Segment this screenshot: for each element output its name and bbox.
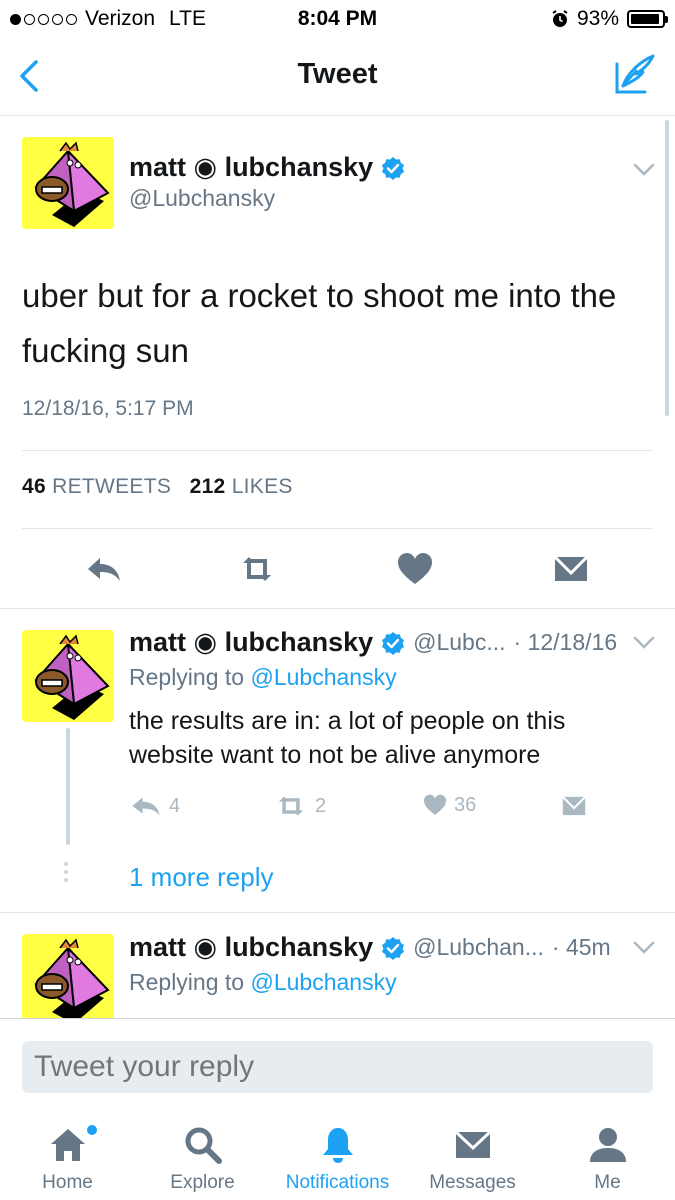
- reply-composer: [0, 1018, 675, 1108]
- replying-to-handle[interactable]: @Lubchansky: [250, 969, 396, 995]
- tab-explore[interactable]: Explore: [135, 1108, 270, 1200]
- alarm-icon: [552, 10, 568, 27]
- tab-me[interactable]: Me: [540, 1108, 675, 1200]
- author-handle[interactable]: @Lubchansky: [129, 185, 275, 212]
- tweet-reply-input[interactable]: [22, 1041, 653, 1093]
- verified-badge-icon: [382, 936, 405, 960]
- avatar[interactable]: [22, 137, 114, 229]
- reply-author-handle[interactable]: @Lubc...: [413, 629, 505, 656]
- tweet-text: uber but for a rocket to shoot me into t…: [22, 277, 617, 369]
- chevron-down-icon[interactable]: [633, 163, 655, 177]
- retweet-icon: [278, 796, 304, 816]
- reply-like-button[interactable]: 36: [422, 793, 476, 817]
- reply-time: · 45m: [551, 934, 611, 960]
- divider: [22, 450, 653, 451]
- tab-label: Explore: [170, 1172, 235, 1193]
- tweet-stats: 46 RETWEETS 212 LIKES: [22, 475, 293, 499]
- reply-count: 4: [169, 794, 181, 817]
- status-bar: Verizon LTE 8:04 PM 93%: [0, 0, 675, 38]
- battery-icon: [627, 10, 668, 28]
- reply-icon: [132, 797, 160, 816]
- tab-messages[interactable]: Messages: [405, 1108, 540, 1200]
- tab-home[interactable]: Home: [0, 1108, 135, 1200]
- replying-to-prefix: Replying to: [129, 969, 245, 995]
- divider: [22, 528, 653, 529]
- tab-bar: Home Explore Notifications Messages Me: [0, 1108, 675, 1200]
- likes-label[interactable]: LIKES: [232, 475, 293, 498]
- chevron-down-icon[interactable]: [633, 636, 655, 650]
- tab-label: Home: [42, 1172, 93, 1193]
- like-count: 36: [454, 793, 477, 816]
- more-replies-link[interactable]: 1 more reply: [129, 862, 274, 893]
- reply-retweet-button[interactable]: 2: [273, 793, 326, 819]
- retweets-label[interactable]: RETWEETS: [52, 475, 171, 498]
- nav-title: Tweet: [297, 58, 378, 90]
- compose-icon[interactable]: [613, 52, 657, 96]
- avatar-illustration: [22, 137, 114, 229]
- replying-to-handle[interactable]: @Lubchansky: [250, 664, 396, 690]
- status-right: 93%: [551, 7, 668, 31]
- reply-author-name[interactable]: matt ◉ lubchansky: [129, 932, 373, 963]
- tab-label: Messages: [429, 1172, 516, 1193]
- retweets-count[interactable]: 46: [22, 475, 46, 498]
- notification-dot: [87, 1125, 97, 1135]
- direct-message-icon[interactable]: [551, 549, 591, 589]
- reply-time: · 12/18/16: [513, 629, 618, 655]
- tab-label: Notifications: [285, 1172, 390, 1193]
- verified-badge-icon: [382, 631, 405, 655]
- chevron-down-icon[interactable]: [633, 941, 655, 955]
- reply-text: the results are in: a lot of people on t…: [129, 707, 566, 769]
- tab-notifications[interactable]: Notifications: [270, 1108, 405, 1200]
- thread-line: [66, 728, 70, 845]
- reply-avatar[interactable]: [22, 934, 114, 1018]
- likes-count[interactable]: 212: [190, 475, 226, 498]
- search-icon: [185, 1127, 222, 1164]
- author-name[interactable]: matt ◉ lubchansky: [129, 152, 373, 183]
- home-icon: [50, 1129, 85, 1161]
- battery-percent: 93%: [576, 7, 619, 30]
- replying-to: Replying to @Lubchansky: [129, 664, 397, 691]
- bell-icon: [322, 1128, 353, 1163]
- reply-reply-button[interactable]: 4: [129, 793, 180, 819]
- scroll-indicator: [665, 120, 669, 416]
- retweet-icon[interactable]: [237, 549, 277, 589]
- reply-avatar[interactable]: [22, 630, 114, 722]
- tweet-timestamp: 12/18/16, 5:17 PM: [22, 397, 194, 420]
- like-heart-icon: [423, 794, 447, 815]
- reply-author-line[interactable]: matt ◉ lubchansky @Lubc... · 12/18/16: [129, 627, 617, 658]
- nav-bar: Tweet: [0, 38, 675, 116]
- avatar-illustration: [22, 934, 114, 1018]
- reply-author-name[interactable]: matt ◉ lubchansky: [129, 627, 373, 658]
- divider: [0, 608, 675, 609]
- thread-dots: [64, 862, 68, 882]
- avatar-illustration: [22, 630, 114, 722]
- verified-badge-icon: [382, 156, 405, 180]
- replying-to: Replying to @Lubchansky: [129, 969, 397, 996]
- envelope-icon: [454, 1130, 491, 1158]
- replying-to-prefix: Replying to: [129, 664, 245, 690]
- like-heart-icon[interactable]: [395, 549, 435, 589]
- reply-author-handle[interactable]: @Lubchan...: [413, 934, 544, 961]
- person-icon: [589, 1128, 626, 1162]
- direct-message-icon[interactable]: [560, 794, 588, 818]
- author-name-line[interactable]: matt ◉ lubchansky: [129, 152, 405, 183]
- reply-icon[interactable]: [84, 549, 124, 589]
- reply-author-line[interactable]: matt ◉ lubchansky @Lubchan... · 45m: [129, 932, 611, 963]
- retweet-count: 2: [315, 794, 327, 817]
- tab-label: Me: [594, 1172, 621, 1193]
- divider: [0, 912, 675, 913]
